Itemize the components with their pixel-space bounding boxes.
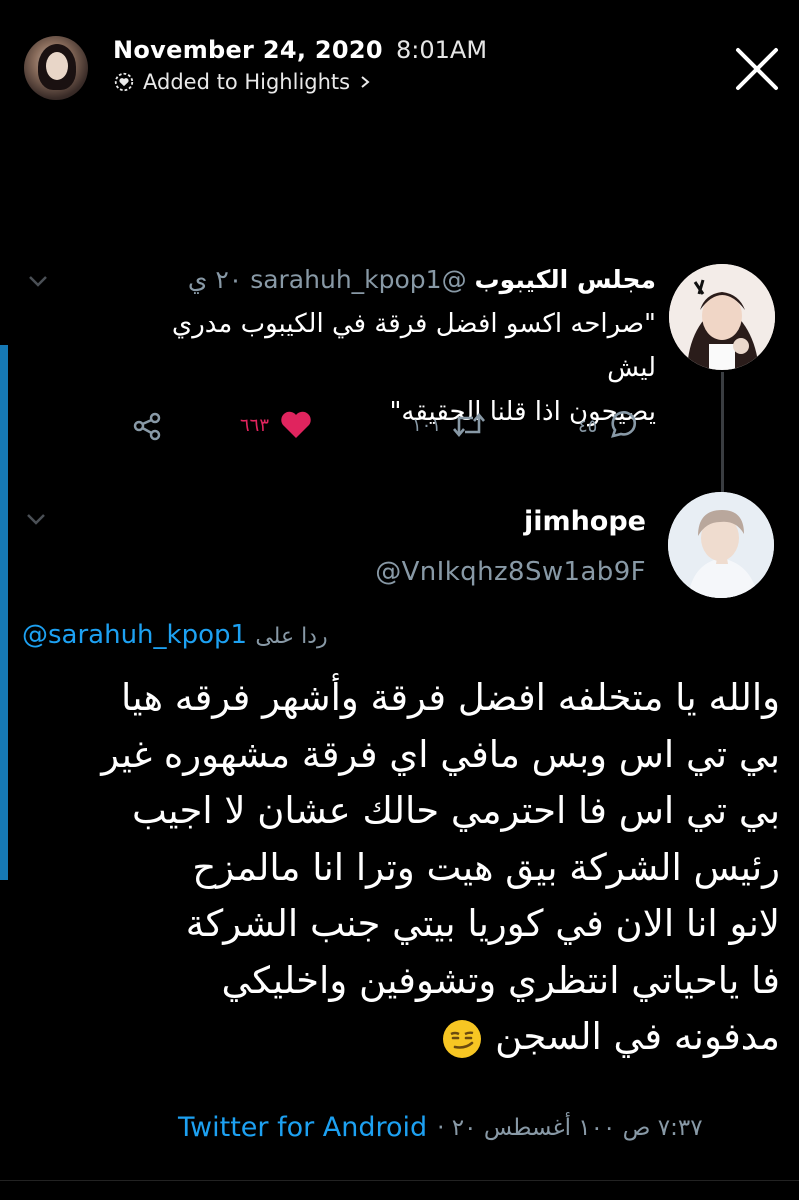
tweet1-header: مجلس الكيبوب @sarahuh_kpop1 ٢٠ ي	[188, 265, 656, 294]
heart-icon	[281, 411, 311, 438]
like-count: ٦٦٣	[240, 414, 270, 436]
reply-to-label: ردا على	[255, 624, 328, 649]
chevron-down-icon[interactable]	[26, 512, 46, 526]
highlights-link[interactable]: Added to Highlights	[113, 70, 372, 94]
replying-to: @sarahuh_kpop1 ردا على	[22, 620, 338, 650]
tweet1-actions: ٦٦٣ ١٠١ ٤٥	[0, 410, 799, 450]
tweet1-age: ٢٠ ي	[187, 265, 243, 294]
reply-count: ٤٥	[578, 415, 598, 437]
close-icon[interactable]	[734, 46, 780, 92]
retweet-count: ١٠١	[412, 414, 442, 436]
tweet2-author-name[interactable]: jimhope	[524, 506, 646, 537]
smirk-emoji-icon	[443, 1019, 482, 1058]
tweet2-text-line: فا ياحياتي انتظري وتشوفين واخليكي	[221, 958, 780, 1002]
story-avatar[interactable]	[24, 36, 88, 100]
tweet2-text-line: والله يا متخلفه افضل فرقة وأشهر فرقه هيا	[121, 676, 780, 719]
story-date: November 24, 2020	[113, 36, 383, 64]
tweet1-author-name[interactable]: مجلس الكيبوب	[475, 265, 656, 294]
tweet2-text-line: مدفونه في السجن	[495, 1015, 780, 1058]
story-time: 8:01AM	[396, 36, 488, 64]
tweet2-text: والله يا متخلفه افضل فرقة وأشهر فرقه هيا…	[60, 670, 780, 1066]
tweet2-author-handle[interactable]: @VnIkqhz8Sw1ab9F	[375, 557, 646, 587]
tweet2-last-line: مدفونه في السجن	[60, 1009, 780, 1066]
chevron-right-icon	[361, 76, 370, 88]
tweet2-text-line: رئيس الشركة بيق هيت وترا انا مالمزح	[192, 845, 780, 889]
tweet1-avatar[interactable]	[669, 264, 775, 370]
tweet2-meta: Twitter for Android ٧:٣٧ ص ١٠٠ أغسطس ٢٠ …	[178, 1112, 703, 1143]
tweet2-avatar[interactable]	[668, 492, 774, 598]
reply-button[interactable]: ٤٥	[578, 410, 641, 442]
highlights-label: Added to Highlights	[143, 70, 351, 94]
tweet-source[interactable]: Twitter for Android	[178, 1112, 427, 1143]
tweet1-author-handle[interactable]: @sarahuh_kpop1	[250, 265, 466, 294]
tweet2-text-line: بي تي اس وبس مافي اي فرقة مشهوره غير	[101, 732, 780, 776]
retweet-icon	[453, 412, 486, 438]
tweet-timestamp: ٧:٣٧ ص ١٠٠ أغسطس ٢٠ ·	[437, 1114, 703, 1141]
tweet1-text-line: "صراحه اكسو افضل فرقة في الكيبوب مدري لي…	[171, 309, 656, 383]
reply-to-handle[interactable]: @sarahuh_kpop1	[22, 620, 247, 650]
retweet-button[interactable]: ١٠١	[412, 410, 487, 440]
share-icon	[133, 412, 161, 441]
like-button[interactable]: ٦٦٣	[240, 410, 313, 440]
tweet2-text-line: لانو انا الان في كوريا بيتي جنب الشركة	[185, 902, 780, 945]
chevron-down-icon[interactable]	[28, 274, 48, 288]
divider	[0, 1180, 799, 1181]
tweet2-text-line: بي تي اس فا احترمي حالك عشان لا اجيب	[131, 789, 780, 832]
story-header: November 24, 2020 8:01AM Added to Highli…	[0, 0, 799, 110]
reply-icon	[611, 411, 637, 438]
highlight-icon	[114, 72, 134, 92]
share-button[interactable]	[131, 410, 163, 442]
